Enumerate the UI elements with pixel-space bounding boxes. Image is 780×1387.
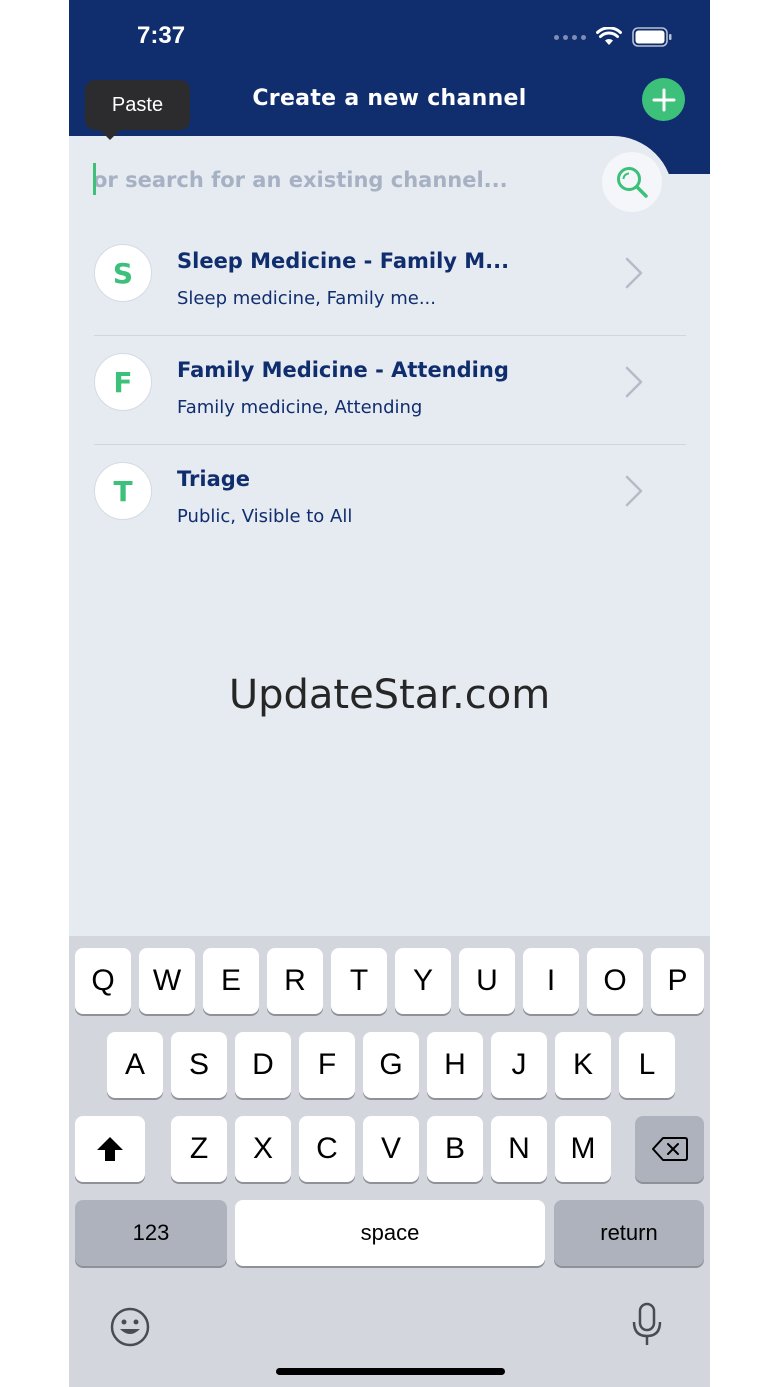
channel-item[interactable]: T Triage Public, Visible to All: [94, 445, 686, 554]
channel-name: Family Medicine - Attending: [177, 358, 509, 382]
space-key[interactable]: space: [235, 1200, 545, 1266]
key-n[interactable]: N: [491, 1116, 547, 1182]
status-time: 7:37: [137, 22, 186, 49]
key-c[interactable]: C: [299, 1116, 355, 1182]
numbers-key[interactable]: 123: [75, 1200, 227, 1266]
key-r[interactable]: R: [267, 948, 323, 1014]
key-g[interactable]: G: [363, 1032, 419, 1098]
key-f[interactable]: F: [299, 1032, 355, 1098]
key-h[interactable]: H: [427, 1032, 483, 1098]
key-a[interactable]: A: [107, 1032, 163, 1098]
key-p[interactable]: P: [651, 948, 704, 1014]
key-v[interactable]: V: [363, 1116, 419, 1182]
keyboard: Q W E R T Y U I O P A S D F G H J K L Z …: [69, 936, 710, 1387]
key-m[interactable]: M: [555, 1116, 611, 1182]
channel-avatar: T: [94, 462, 152, 520]
key-b[interactable]: B: [427, 1116, 483, 1182]
channel-avatar: S: [94, 244, 152, 302]
channel-avatar: F: [94, 353, 152, 411]
key-s[interactable]: S: [171, 1032, 227, 1098]
chevron-right-icon: [625, 257, 643, 289]
key-y[interactable]: Y: [395, 948, 451, 1014]
key-e[interactable]: E: [203, 948, 259, 1014]
microphone-icon[interactable]: [631, 1302, 663, 1348]
emoji-icon[interactable]: [109, 1306, 151, 1348]
channel-subtitle: Public, Visible to All: [177, 506, 353, 527]
key-d[interactable]: D: [235, 1032, 291, 1098]
signal-icon: [554, 34, 586, 40]
search-icon: [617, 167, 648, 198]
chevron-right-icon: [625, 475, 643, 507]
paste-tooltip[interactable]: Paste: [85, 80, 190, 140]
home-indicator: [276, 1368, 505, 1375]
key-j[interactable]: J: [491, 1032, 547, 1098]
key-x[interactable]: X: [235, 1116, 291, 1182]
backspace-key[interactable]: [635, 1116, 704, 1182]
battery-icon: [632, 27, 672, 47]
search-input[interactable]: [93, 164, 563, 196]
backspace-icon: [651, 1137, 688, 1161]
search-button[interactable]: [602, 152, 662, 212]
wifi-icon: [596, 27, 622, 45]
status-icons: [554, 26, 672, 48]
channel-name: Sleep Medicine - Family M...: [177, 249, 510, 273]
phone-screen: 7:37 Create a new channel or search for …: [69, 0, 710, 1387]
channel-list: S Sleep Medicine - Family M... Sleep med…: [94, 227, 686, 554]
key-w[interactable]: W: [139, 948, 195, 1014]
key-i[interactable]: I: [523, 948, 579, 1014]
key-q[interactable]: Q: [75, 948, 131, 1014]
channel-subtitle: Sleep medicine, Family me...: [177, 288, 436, 309]
chevron-right-icon: [625, 366, 643, 398]
shift-arrow-icon: [97, 1137, 123, 1161]
shift-key[interactable]: [75, 1116, 145, 1182]
return-key[interactable]: return: [554, 1200, 704, 1266]
channel-item[interactable]: S Sleep Medicine - Family M... Sleep med…: [94, 227, 686, 336]
channel-name: Triage: [177, 467, 251, 491]
key-k[interactable]: K: [555, 1032, 611, 1098]
key-o[interactable]: O: [587, 948, 643, 1014]
key-l[interactable]: L: [619, 1032, 675, 1098]
key-z[interactable]: Z: [171, 1116, 227, 1182]
watermark: UpdateStar.com: [228, 672, 551, 718]
add-channel-button[interactable]: [642, 78, 685, 121]
text-cursor: [93, 163, 96, 195]
key-t[interactable]: T: [331, 948, 387, 1014]
channel-item[interactable]: F Family Medicine - Attending Family med…: [94, 336, 686, 445]
channel-subtitle: Family medicine, Attending: [177, 397, 423, 418]
key-u[interactable]: U: [459, 948, 515, 1014]
plus-icon: [652, 88, 675, 111]
